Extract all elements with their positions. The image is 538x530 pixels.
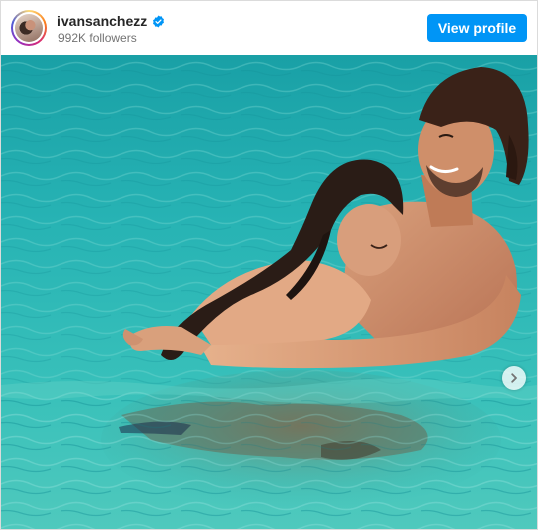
chevron-right-icon [511, 373, 517, 383]
avatar-image [15, 14, 43, 42]
verified-badge-icon [153, 14, 165, 28]
username-row: ivansanchezz [57, 12, 165, 30]
username[interactable]: ivansanchezz [57, 12, 147, 30]
avatar-frame [13, 12, 45, 44]
view-profile-button[interactable]: View profile [427, 14, 527, 42]
carousel-next-button[interactable] [502, 366, 526, 390]
photo-illustration [1, 55, 537, 529]
instagram-embed: ivansanchezz 992K followers View profile [0, 0, 538, 530]
post-header: ivansanchezz 992K followers View profile [1, 1, 537, 55]
avatar[interactable] [11, 10, 47, 46]
post-photo[interactable] [1, 55, 537, 529]
follower-count: 992K followers [58, 31, 137, 45]
